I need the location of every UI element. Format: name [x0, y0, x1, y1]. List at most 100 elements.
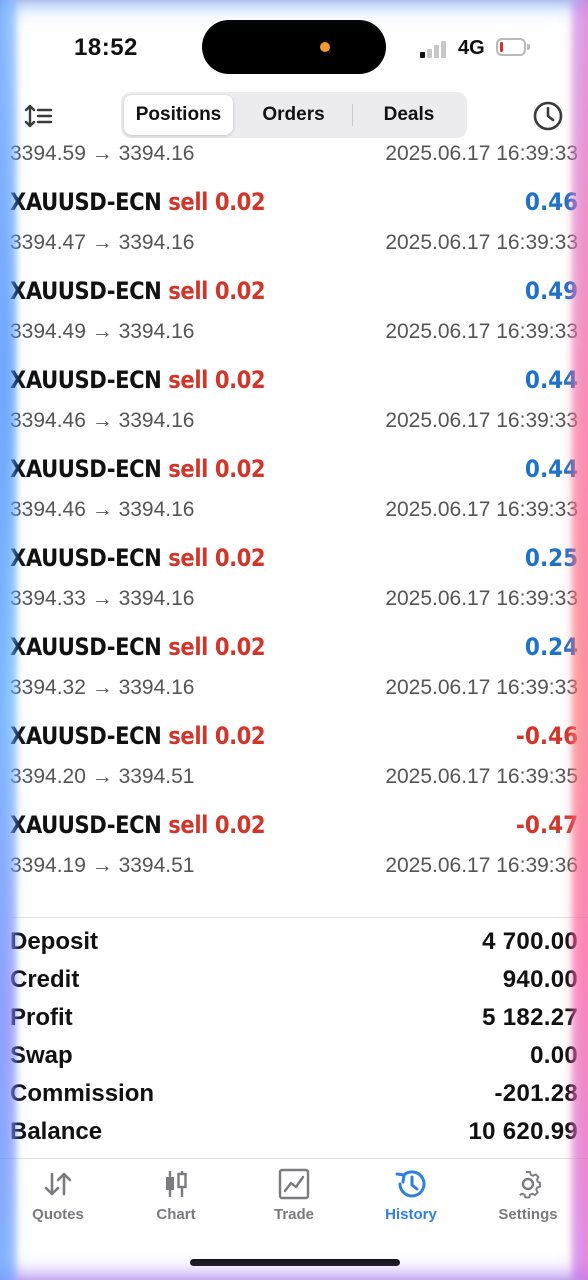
trade-icon [278, 1168, 310, 1200]
deal-side: sell 0.02 [168, 188, 266, 216]
tab-positions[interactable]: Positions [124, 95, 233, 135]
deal-prices: 3394.47 → 3394.16 [10, 231, 195, 254]
segmented-control: Positions Orders Deals [121, 92, 467, 138]
tab-deals[interactable]: Deals [354, 95, 464, 135]
deal-profit: 0.24 [524, 633, 578, 661]
deal-symbol: XAUUSD-ECN sell 0.02 [10, 188, 266, 216]
deal-prices: 3394.19 → 3394.51 [10, 854, 195, 877]
tab-label: Settings [498, 1206, 558, 1223]
tab-history[interactable]: History [361, 1168, 461, 1234]
deal-side: sell 0.02 [168, 455, 266, 483]
deal-side: sell 0.02 [168, 633, 266, 661]
signal-strength-icon [420, 40, 450, 58]
tab-label: Chart [156, 1206, 196, 1223]
summary-label: Deposit [10, 928, 99, 955]
deal-time: 2025.06.17 16:39:33 [385, 320, 578, 343]
summary-label: Swap [10, 1042, 73, 1069]
deal-time: 2025.06.17 16:39:33 [385, 142, 578, 165]
summary-label: Commission [10, 1080, 155, 1107]
summary-value: 0.00 [530, 1042, 578, 1069]
deal-profit: 0.44 [524, 366, 578, 394]
summary-value: 5 182.27 [482, 1004, 578, 1031]
list-item[interactable]: XAUUSD-ECN sell 0.02 0.49 3394.49 → 3394… [0, 269, 588, 358]
top-nav: Positions Orders Deals [0, 92, 588, 140]
camera-indicator-dot [320, 42, 330, 52]
list-item[interactable]: XAUUSD-ECN sell 0.02 0.24 3394.32 → 3394… [0, 625, 588, 714]
summary-value: 10 620.99 [468, 1118, 578, 1145]
deal-side: sell 0.02 [168, 811, 266, 839]
divider [0, 1158, 588, 1159]
summary-row-deposit: Deposit 4 700.00 [0, 924, 588, 962]
tab-label: Quotes [32, 1206, 84, 1223]
list-item[interactable]: XAUUSD-ECN sell 0.02 0.46 3394.47 → 3394… [0, 180, 588, 269]
deal-profit: 0.25 [524, 544, 578, 572]
deal-time: 2025.06.17 16:39:33 [385, 676, 578, 699]
clock-icon[interactable] [532, 100, 564, 132]
deal-profit: -0.47 [515, 811, 578, 839]
summary-label: Balance [10, 1118, 103, 1145]
deal-prices: 3394.32 → 3394.16 [10, 676, 195, 699]
deal-symbol: XAUUSD-ECN sell 0.02 [10, 455, 266, 483]
history-icon [395, 1170, 426, 1198]
divider [10, 917, 588, 918]
list-item[interactable]: XAUUSD-ECN sell 0.02 0.44 3394.46 → 3394… [0, 358, 588, 447]
deal-prices: 3394.49 → 3394.16 [10, 320, 195, 343]
deal-profit: 0.49 [524, 277, 578, 305]
deal-prices: 3394.46 → 3394.16 [10, 409, 195, 432]
status-bar: 18:52 4G [0, 0, 588, 92]
tab-orders[interactable]: Orders [236, 95, 351, 135]
deal-side: sell 0.02 [168, 722, 266, 750]
tab-chart[interactable]: Chart [126, 1168, 226, 1234]
deal-profit: 0.46 [524, 188, 578, 216]
network-type: 4G [458, 37, 485, 59]
summary-row-profit: Profit 5 182.27 [0, 1000, 588, 1038]
deal-symbol: XAUUSD-ECN sell 0.02 [10, 633, 266, 661]
deal-prices: 3394.46 → 3394.16 [10, 498, 195, 521]
deal-symbol: XAUUSD-ECN sell 0.02 [10, 366, 266, 394]
bottom-tab-bar: Quotes Chart Trade History Settings [0, 1160, 588, 1240]
screen-edge-glow-left [0, 0, 16, 1280]
list-item[interactable]: XAUUSD-ECN sell 0.02 -0.46 3394.20 → 339… [0, 714, 588, 803]
candlestick-icon [166, 1171, 187, 1197]
sort-icon[interactable] [24, 102, 54, 130]
list-item[interactable]: XAUUSD-ECN sell 0.02 -0.47 3394.19 → 339… [0, 803, 588, 892]
summary-label: Credit [10, 966, 80, 993]
gear-icon [519, 1171, 541, 1199]
summary-value: 940.00 [502, 966, 578, 993]
deal-time: 2025.06.17 16:39:35 [385, 765, 578, 788]
deal-time: 2025.06.17 16:39:33 [385, 409, 578, 432]
deals-list[interactable]: 3394.59 → 3394.16 2025.06.17 16:39:33 XA… [0, 140, 588, 916]
home-indicator[interactable] [190, 1259, 400, 1266]
tab-quotes[interactable]: Quotes [8, 1168, 108, 1234]
battery-icon [496, 38, 530, 56]
list-item[interactable]: XAUUSD-ECN sell 0.02 0.44 3394.46 → 3394… [0, 447, 588, 536]
deal-time: 2025.06.17 16:39:33 [385, 231, 578, 254]
deal-time: 2025.06.17 16:39:36 [385, 854, 578, 877]
quotes-icon [44, 1172, 72, 1196]
deal-symbol: XAUUSD-ECN sell 0.02 [10, 277, 266, 305]
summary-label: Profit [10, 1004, 73, 1031]
tab-label: History [385, 1206, 437, 1223]
deal-profit: -0.46 [515, 722, 578, 750]
tab-trade[interactable]: Trade [244, 1168, 344, 1234]
tab-label: Trade [273, 1206, 315, 1223]
screen-edge-glow-right [572, 0, 588, 1280]
summary-value: -201.28 [494, 1080, 578, 1107]
deal-prices: 3394.20 → 3394.51 [10, 765, 195, 788]
deal-symbol: XAUUSD-ECN sell 0.02 [10, 811, 266, 839]
list-item[interactable]: XAUUSD-ECN sell 0.02 0.25 3394.33 → 3394… [0, 536, 588, 625]
summary-row-balance: Balance 10 620.99 [0, 1114, 588, 1152]
summary-value: 4 700.00 [482, 928, 578, 955]
deal-time: 2025.06.17 16:39:33 [385, 498, 578, 521]
status-time: 18:52 [74, 34, 138, 61]
summary-row-credit: Credit 940.00 [0, 962, 588, 1000]
summary-row-commission: Commission -201.28 [0, 1076, 588, 1114]
tab-settings[interactable]: Settings [478, 1168, 578, 1234]
deal-side: sell 0.02 [168, 366, 266, 394]
list-item-partial[interactable]: 3394.59 → 3394.16 2025.06.17 16:39:33 [0, 140, 588, 180]
deal-side: sell 0.02 [168, 544, 266, 572]
deal-prices: 3394.33 → 3394.16 [10, 587, 195, 610]
account-summary: Deposit 4 700.00 Credit 940.00 Profit 5 … [0, 924, 588, 1154]
deal-symbol: XAUUSD-ECN sell 0.02 [10, 544, 266, 572]
summary-row-swap: Swap 0.00 [0, 1038, 588, 1076]
